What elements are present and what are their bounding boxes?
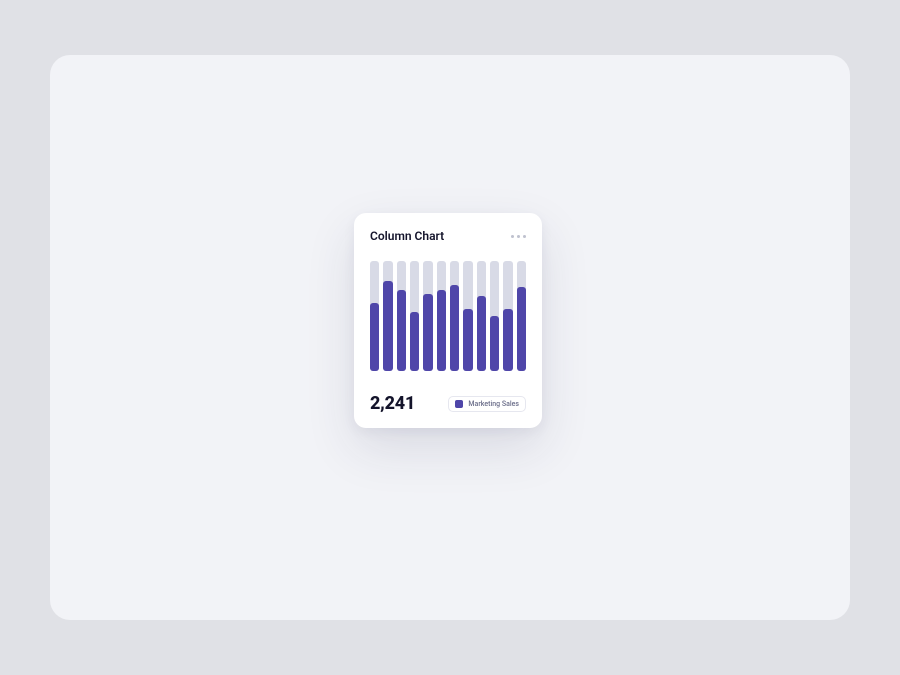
legend-label: Marketing Sales xyxy=(468,400,519,408)
bar-fill xyxy=(450,285,459,371)
legend-swatch-icon xyxy=(455,400,463,408)
bar-track xyxy=(490,261,499,371)
bar-fill xyxy=(423,294,432,371)
bar-track xyxy=(370,261,379,371)
bar-fill xyxy=(517,287,526,371)
bar-track xyxy=(503,261,512,371)
bar-track xyxy=(423,261,432,371)
legend-chip: Marketing Sales xyxy=(448,396,526,412)
more-options-icon[interactable] xyxy=(511,235,526,238)
bar-track xyxy=(450,261,459,371)
bar-track xyxy=(477,261,486,371)
bar-track xyxy=(397,261,406,371)
card-header: Column Chart xyxy=(370,229,526,243)
bar-fill xyxy=(383,281,392,371)
bar-track xyxy=(463,261,472,371)
bar-track xyxy=(410,261,419,371)
bar-fill xyxy=(397,290,406,371)
bar-fill xyxy=(490,316,499,371)
bar-fill xyxy=(463,309,472,371)
bar-fill xyxy=(477,296,486,371)
column-chart xyxy=(370,261,526,371)
summary-row: 2,241 Marketing Sales xyxy=(370,393,526,414)
bar-track xyxy=(517,261,526,371)
chart-card: Column Chart 2,241 Marketing Sales xyxy=(354,213,542,428)
bar-fill xyxy=(410,312,419,371)
card-title: Column Chart xyxy=(370,229,444,243)
canvas-background: Column Chart 2,241 Marketing Sales xyxy=(50,55,850,620)
bar-fill xyxy=(503,309,512,371)
bar-track xyxy=(437,261,446,371)
bar-track xyxy=(383,261,392,371)
total-value: 2,241 xyxy=(370,393,415,414)
bar-fill xyxy=(437,290,446,371)
bar-fill xyxy=(370,303,379,371)
